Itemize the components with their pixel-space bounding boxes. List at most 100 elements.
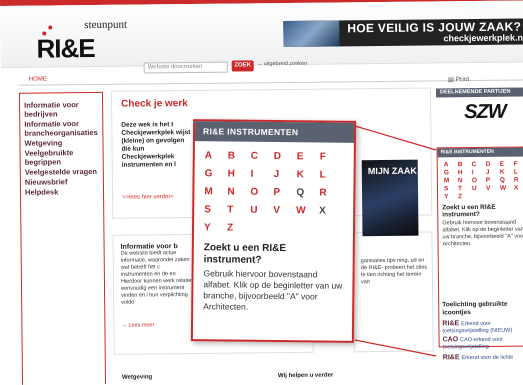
letter-link-s[interactable]: S bbox=[204, 204, 227, 215]
cao-badge-icon: CAO bbox=[442, 336, 459, 344]
popup-header: RI&E INSTRUMENTEN bbox=[194, 121, 355, 143]
letter-link-d[interactable]: D bbox=[274, 151, 297, 162]
letter-link-n[interactable]: N bbox=[458, 177, 472, 184]
letter-link-h[interactable]: H bbox=[228, 169, 251, 180]
logo-title: RI&E bbox=[36, 33, 95, 64]
szw-logo[interactable]: SZW bbox=[464, 101, 506, 124]
letter-link-k[interactable]: K bbox=[297, 169, 320, 180]
letter-link-u[interactable]: U bbox=[472, 185, 486, 192]
site-header: steunpunt RI&E HOE VEILIG IS JOUW ZAAK? … bbox=[0, 0, 523, 74]
mini-alphabet: ABCDEF GHIJKL MNOPQR STUVWX YZ bbox=[438, 156, 523, 202]
letter-link-n[interactable]: N bbox=[227, 187, 250, 198]
advanced-search-link[interactable]: → uitgebreid zoeken bbox=[257, 61, 308, 68]
letter-link-r[interactable]: R bbox=[514, 176, 523, 184]
letter-link-t[interactable]: T bbox=[458, 185, 472, 192]
rie-badge-icon: RI&E bbox=[442, 354, 460, 362]
popup-help: Gebruik hiervoor bovenstaand alfabet. Kl… bbox=[203, 268, 343, 312]
letter-link-b[interactable]: B bbox=[228, 151, 251, 162]
letter-link-v[interactable]: V bbox=[486, 185, 500, 192]
letter-link-x[interactable]: X bbox=[319, 205, 342, 216]
lees-meer-link[interactable]: → Lees meer bbox=[121, 322, 154, 328]
letter-link-v[interactable]: V bbox=[273, 205, 296, 216]
sidebar-item-begrippen[interactable]: Veelgebruikte begrippen bbox=[21, 148, 103, 167]
letter-link-u[interactable]: U bbox=[250, 205, 273, 216]
letter-link-k[interactable]: K bbox=[500, 169, 514, 176]
sidebar: Informatie voor bedrijven Informatie voo… bbox=[18, 91, 107, 385]
popup-question: Zoekt u een RI&E instrument? bbox=[203, 242, 287, 266]
sidebar-item-bedrijven[interactable]: Informatie voor bedrijven bbox=[20, 100, 102, 119]
icon-legend-text: Erkend voor de lichte bbox=[461, 354, 514, 362]
letter-link-t[interactable]: T bbox=[227, 205, 250, 216]
letter-link-j[interactable]: J bbox=[274, 169, 297, 180]
letter-link-o[interactable]: O bbox=[250, 187, 273, 198]
alphabet-grid: ABCDEF GHIJKL MNOPQR STUVWX YZ bbox=[194, 141, 354, 237]
sidebar-item-wetgeving[interactable]: Wetgeving bbox=[20, 138, 102, 148]
icon-legend-item[interactable]: CAO CAO-erkend voor toetsingsvrijstelling bbox=[443, 336, 523, 350]
letter-link-e[interactable]: E bbox=[297, 151, 320, 162]
home-link[interactable]: HOME bbox=[29, 77, 47, 83]
letter-link-r[interactable]: R bbox=[319, 187, 342, 198]
letter-link-b[interactable]: B bbox=[458, 161, 472, 168]
right-column: ▤ Print DEELNEMENDE PARTIJEN SZW RI&E IN… bbox=[434, 74, 523, 385]
letter-link-p[interactable]: P bbox=[486, 177, 500, 184]
letter-link-h[interactable]: H bbox=[458, 169, 472, 176]
icon-legend-item[interactable]: RI&E Erkend voor toetsingsvrijstelling (N… bbox=[442, 320, 523, 334]
letter-link-z[interactable]: Z bbox=[458, 193, 472, 200]
letter-link-s[interactable]: S bbox=[444, 185, 458, 192]
letter-link-c[interactable]: C bbox=[251, 151, 274, 162]
letter-link-m[interactable]: M bbox=[444, 177, 458, 184]
letter-link-i[interactable]: I bbox=[251, 169, 274, 180]
letter-link-f[interactable]: F bbox=[514, 160, 523, 168]
print-link[interactable]: ▤ Print bbox=[448, 75, 469, 83]
sidebar-item-nieuwsbrief[interactable]: Nieuwsbrief bbox=[21, 177, 103, 187]
search-button[interactable]: ZOEK bbox=[231, 60, 254, 72]
check-body: Deze wek is het t Checkjewerkplek wijst … bbox=[121, 121, 191, 169]
letter-link-w[interactable]: W bbox=[296, 205, 319, 216]
letter-link-j[interactable]: J bbox=[486, 169, 500, 176]
search-input[interactable]: Website doorzoeken bbox=[143, 61, 228, 74]
mijn-zaak-image[interactable]: MIJN ZAAK bbox=[361, 159, 419, 237]
letter-link-l[interactable]: L bbox=[514, 168, 523, 176]
info-panel-right bbox=[352, 231, 434, 353]
sidebar-item-brancheorganisaties[interactable]: Informatie voor brancheorganisaties bbox=[20, 119, 102, 138]
letter-link-p[interactable]: P bbox=[273, 187, 296, 198]
partners-header: DEELNEMENDE PARTIJEN bbox=[435, 87, 523, 98]
print-label: Print bbox=[455, 76, 470, 84]
sidebar-item-vragen[interactable]: Veelgestelde vragen bbox=[21, 167, 103, 177]
letter-link-y[interactable]: Y bbox=[444, 193, 458, 200]
letter-link-m[interactable]: M bbox=[204, 186, 227, 197]
letter-link-e[interactable]: E bbox=[500, 161, 514, 168]
check-title: Check je werk bbox=[121, 98, 188, 110]
letter-link-f[interactable]: F bbox=[320, 151, 343, 162]
instruments-zoom-panel: RI&E INSTRUMENTEN ABCDEF GHIJKL MNOPQR STUV… bbox=[190, 119, 357, 343]
letter-link-q[interactable]: Q bbox=[500, 177, 514, 184]
mini-question: Zoekt u een RI&E instrument? bbox=[442, 203, 496, 219]
read-more-link[interactable]: >>lees hier verder< bbox=[122, 194, 174, 201]
letter-link-q[interactable]: Q bbox=[296, 187, 319, 198]
letter-link-g[interactable]: G bbox=[205, 168, 228, 179]
rie-badge-icon: RI&E bbox=[442, 320, 460, 328]
letter-link-x[interactable]: X bbox=[514, 184, 523, 192]
letter-link-y[interactable]: Y bbox=[204, 222, 227, 233]
mini-help: Gebruik hiervoor bovenstaand alfabet. Kl… bbox=[442, 219, 523, 248]
logo-subtitle: steunpunt bbox=[84, 18, 128, 32]
letter-link-z[interactable]: Z bbox=[227, 223, 250, 234]
letter-link-l[interactable]: L bbox=[320, 169, 343, 180]
letter-link-d[interactable]: D bbox=[486, 161, 500, 168]
printer-icon: ▤ bbox=[447, 76, 456, 84]
letter-link-i[interactable]: I bbox=[472, 169, 486, 176]
icon-legend-item[interactable]: RI&E Erkend voor de lichte bbox=[443, 354, 523, 361]
letter-link-a[interactable]: A bbox=[205, 150, 228, 161]
sidebar-item-helpdesk[interactable]: Helpdesk bbox=[21, 187, 103, 197]
letter-link-c[interactable]: C bbox=[472, 161, 486, 168]
info-right-text: ganisaties tips ning, ud en de RI&E- pro… bbox=[360, 257, 428, 286]
letter-link-o[interactable]: O bbox=[472, 177, 486, 184]
toelichting-heading: Toelichting gebruikte icoontjes bbox=[442, 300, 508, 317]
letter-link-a[interactable]: A bbox=[444, 161, 458, 168]
wetgeving-heading: Wetgeving bbox=[121, 374, 153, 381]
helpen-heading: Wij helpen u verder bbox=[277, 372, 334, 380]
letter-link-g[interactable]: G bbox=[444, 169, 458, 176]
letter-link-w[interactable]: W bbox=[500, 185, 514, 192]
banner-image bbox=[283, 20, 340, 48]
campaign-banner[interactable]: HOE VEILIG IS JOUW ZAAK? checkjewerkplek… bbox=[283, 18, 523, 48]
